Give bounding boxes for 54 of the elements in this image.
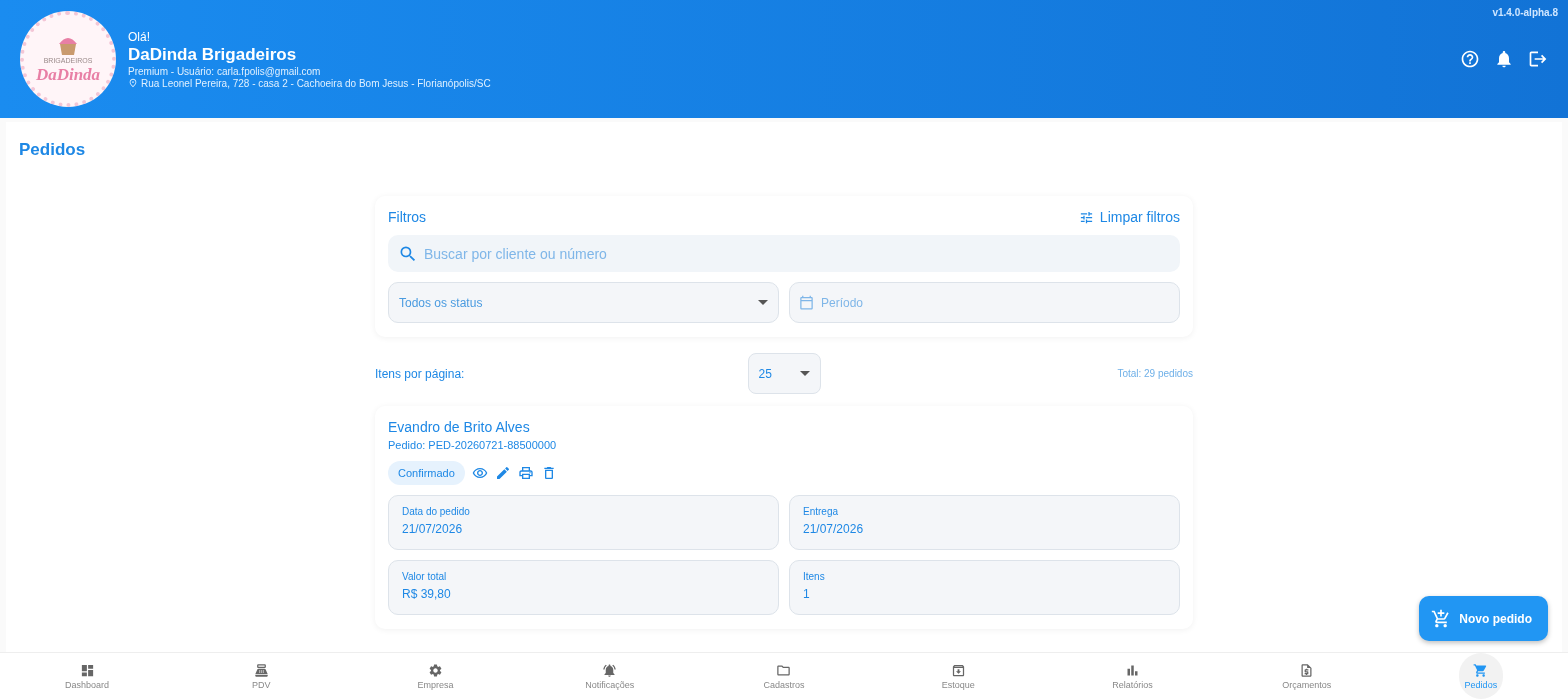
status-dropdown[interactable]: Todos os status [388,282,779,323]
settings-icon [428,662,444,678]
view-button[interactable] [471,465,488,481]
logout-button[interactable] [1528,49,1548,69]
caret-icon [799,371,810,376]
tile-label: Data do pedido [402,506,471,517]
account-info: Premium - Usuário: carla.fpolis@gmail.com [128,65,322,77]
status-badge: Confirmado [388,461,465,485]
per-page-label: Itens por página: [375,366,466,381]
card-title: Filtros [388,209,427,225]
print-button[interactable] [517,465,534,481]
per-page-dropdown[interactable]: 25 [747,353,821,394]
notifications-button[interactable] [1494,49,1514,69]
period-field[interactable]: Período [789,282,1180,323]
tile-value: 21/07/2026 [803,522,865,536]
version-label: v1.4.0-alpha.8 [1492,7,1558,18]
tile-label: Valor total [402,571,448,582]
document-icon [1299,662,1315,678]
clear-filters-button[interactable]: Limpar filtros [1078,209,1180,225]
address: Rua Leonel Pereira, 728 - casa 2 - Cachoeira do Bom Jesus - Florianópolis/SC [141,77,491,89]
total-count: Total: 29 pedidos [1117,368,1193,379]
location-pin-icon [128,78,138,88]
customer-name: Evandro de Brito Alves [388,419,531,435]
calendar-icon [799,295,814,310]
tile-label: Entrega [803,506,840,517]
search-field[interactable]: Buscar por cliente ou número [388,235,1180,272]
new-order-button[interactable]: Novo pedido [1419,596,1548,641]
tile-value: 21/07/2026 [402,522,464,536]
cash-register-icon [253,662,269,678]
nav-item[interactable]: Relatórios [1106,653,1159,699]
nav-item[interactable]: Notificações [579,653,641,699]
bell-icon [602,662,618,678]
cart-icon [1473,662,1489,678]
logo-name: DaDinda [35,64,101,85]
nav-item[interactable]: Pedidos [1458,653,1504,699]
tile-value: 1 [803,587,811,601]
tile-value: R$ 39,80 [402,587,452,601]
nav-item[interactable]: Orçamentos [1276,653,1338,699]
nav-item[interactable]: Dashboard [59,653,116,699]
greeting: Olá! [128,29,151,44]
dashboard-icon [79,662,95,678]
archive-box-icon [950,662,966,678]
nav-item[interactable]: Estoque [935,653,981,699]
help-button[interactable] [1460,49,1480,69]
nav-item[interactable]: PDV [246,653,277,699]
business-name: DaDinda Brigadeiros [128,44,298,65]
tile-label: Itens [803,571,826,582]
page-title: Pedidos [19,140,87,160]
edit-button[interactable] [494,465,511,481]
nav-item[interactable]: Empresa [411,653,460,699]
nav-item[interactable]: Cadastros [757,653,811,699]
order-number: Pedido: PED-20260721-88500000 [388,439,558,451]
caret-icon [758,300,768,305]
sliders-icon [1078,209,1094,225]
